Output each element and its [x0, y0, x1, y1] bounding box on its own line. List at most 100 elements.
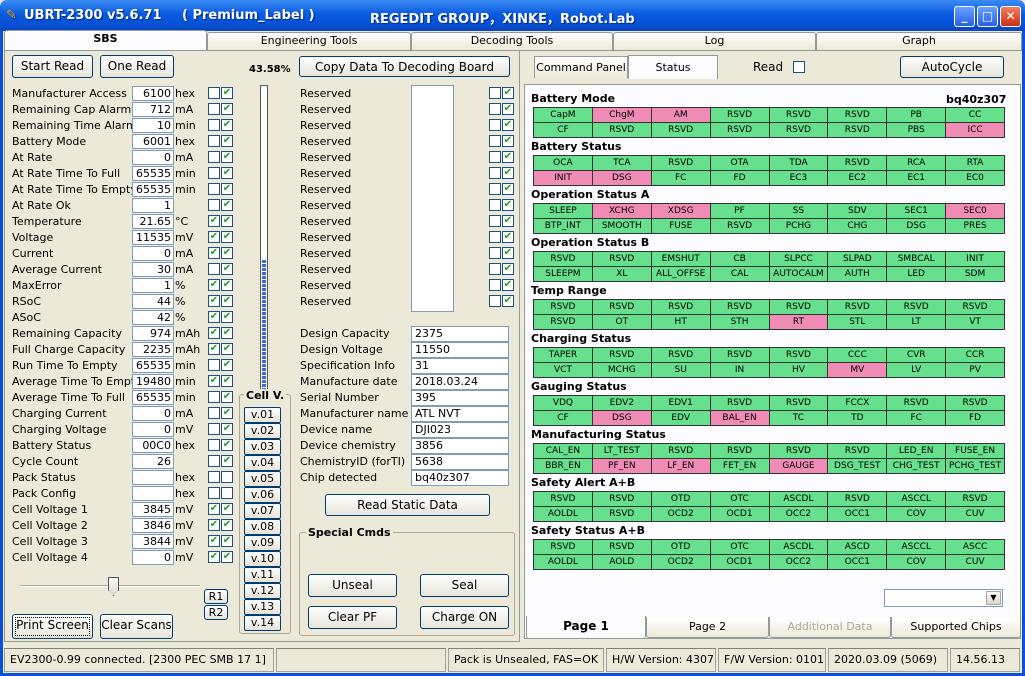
tab-sbs[interactable]: SBS	[4, 30, 207, 50]
sbs-row-checkbox-1[interactable]: ✔	[208, 519, 220, 531]
sbs-row-checkbox-2[interactable]: ✔	[221, 199, 233, 211]
sbs-row-checkbox-2[interactable]: ✔	[221, 439, 233, 451]
sbs-row-checkbox-1[interactable]: ✔	[208, 247, 220, 259]
sbs-row-checkbox-2[interactable]: ✔	[221, 503, 233, 515]
cell-voltage-button-9[interactable]: v.09	[244, 535, 281, 551]
sbs-row-checkbox-2[interactable]: ✔	[221, 311, 233, 323]
sbs-row-checkbox-2[interactable]: ✔	[221, 135, 233, 147]
sbs-row-checkbox-2[interactable]: ✔	[221, 343, 233, 355]
sbs-row-checkbox-2[interactable]: ✔	[221, 119, 233, 131]
sbs-row-checkbox-1[interactable]: ✔	[208, 375, 220, 387]
sbs-row-checkbox-1[interactable]	[208, 407, 220, 419]
chip-select[interactable]: ▼	[884, 589, 1003, 607]
sbs-row-checkbox-2[interactable]: ✔	[221, 327, 233, 339]
reserved-checkbox-1[interactable]	[489, 199, 501, 211]
cell-voltage-button-5[interactable]: v.05	[244, 471, 281, 487]
read-checkbox[interactable]	[793, 61, 805, 73]
tab-log[interactable]: Log	[613, 32, 816, 50]
sbs-row-checkbox-2[interactable]: ✔	[221, 183, 233, 195]
copy-to-decoding-button[interactable]: Copy Data To Decoding Board	[299, 56, 510, 77]
tab-decoding-tools[interactable]: Decoding Tools	[411, 32, 613, 50]
sbs-row-checkbox-1[interactable]	[208, 151, 220, 163]
sbs-row-checkbox-2[interactable]: ✔	[221, 215, 233, 227]
sbs-row-checkbox-1[interactable]	[208, 119, 220, 131]
start-read-button[interactable]: Start Read	[12, 55, 93, 78]
cell-voltage-button-13[interactable]: v.13	[244, 599, 281, 615]
reserved-checkbox-2[interactable]: ✔	[502, 87, 514, 99]
page-tab-4[interactable]: Supported Chips	[891, 617, 1021, 638]
cell-voltage-button-6[interactable]: v.06	[244, 487, 281, 503]
unseal-button[interactable]: Unseal	[308, 574, 397, 597]
sbs-row-checkbox-1[interactable]: ✔	[208, 535, 220, 547]
tab-status-registers[interactable]: Status Registers	[628, 55, 718, 98]
one-read-button[interactable]: One Read	[100, 55, 174, 78]
minimize-button[interactable]: _	[954, 6, 975, 27]
page-tab-1[interactable]: Page 1	[526, 616, 646, 639]
cell-voltage-button-12[interactable]: v.12	[244, 583, 281, 599]
sbs-row-checkbox-1[interactable]	[208, 471, 220, 483]
sbs-row-checkbox-2[interactable]: ✔	[221, 87, 233, 99]
cell-voltage-button-4[interactable]: v.04	[244, 455, 281, 471]
cell-voltage-button-7[interactable]: v.07	[244, 503, 281, 519]
sbs-row-checkbox-1[interactable]	[208, 167, 220, 179]
reserved-checkbox-2[interactable]: ✔	[502, 263, 514, 275]
cell-voltage-button-2[interactable]: v.02	[244, 423, 281, 439]
r1-button[interactable]: R1	[204, 589, 228, 604]
sbs-row-checkbox-1[interactable]	[208, 487, 220, 499]
tab-graph[interactable]: Graph	[816, 32, 1022, 50]
sbs-row-checkbox-1[interactable]: ✔	[208, 343, 220, 355]
sbs-row-checkbox-2[interactable]: ✔	[221, 391, 233, 403]
sbs-row-checkbox-1[interactable]: ✔	[208, 279, 220, 291]
cell-voltage-button-3[interactable]: v.03	[244, 439, 281, 455]
cell-voltage-button-14[interactable]: v.14	[244, 615, 281, 631]
sbs-row-checkbox-2[interactable]: ✔	[221, 231, 233, 243]
sbs-row-checkbox-2[interactable]: ✔	[221, 167, 233, 179]
sbs-row-checkbox-2[interactable]: ✔	[221, 423, 233, 435]
sbs-row-checkbox-1[interactable]	[208, 439, 220, 451]
reserved-checkbox-1[interactable]	[489, 119, 501, 131]
reserved-checkbox-2[interactable]: ✔	[502, 103, 514, 115]
sbs-row-checkbox-1[interactable]	[208, 103, 220, 115]
sbs-row-checkbox-1[interactable]: ✔	[208, 551, 220, 563]
sbs-row-checkbox-2[interactable]	[221, 487, 233, 499]
reserved-checkbox-2[interactable]: ✔	[502, 151, 514, 163]
sbs-row-checkbox-1[interactable]: ✔	[208, 311, 220, 323]
sbs-row-checkbox-1[interactable]: ✔	[208, 215, 220, 227]
reserved-checkbox-1[interactable]	[489, 167, 501, 179]
charge-on-button[interactable]: Charge ON	[420, 606, 509, 629]
reserved-checkbox-2[interactable]: ✔	[502, 295, 514, 307]
sbs-row-checkbox-2[interactable]: ✔	[221, 295, 233, 307]
reserved-checkbox-1[interactable]	[489, 295, 501, 307]
reserved-checkbox-1[interactable]	[489, 135, 501, 147]
reserved-checkbox-2[interactable]: ✔	[502, 279, 514, 291]
sbs-row-checkbox-2[interactable]: ✔	[221, 455, 233, 467]
print-screen-button[interactable]: Print Screen	[12, 614, 93, 639]
clear-scans-button[interactable]: Clear Scans	[100, 614, 173, 639]
sbs-row-checkbox-2[interactable]: ✔	[221, 407, 233, 419]
chevron-down-icon[interactable]: ▼	[986, 591, 1001, 605]
sbs-row-checkbox-1[interactable]: ✔	[208, 503, 220, 515]
cell-voltage-button-8[interactable]: v.08	[244, 519, 281, 535]
sbs-row-checkbox-1[interactable]: ✔	[208, 231, 220, 243]
seal-button[interactable]: Seal	[420, 574, 509, 597]
reserved-checkbox-1[interactable]	[489, 103, 501, 115]
clear-pf-button[interactable]: Clear PF	[308, 606, 397, 629]
sbs-row-checkbox-2[interactable]: ✔	[221, 103, 233, 115]
sbs-row-checkbox-2[interactable]: ✔	[221, 375, 233, 387]
sbs-row-checkbox-1[interactable]	[208, 87, 220, 99]
reserved-checkbox-1[interactable]	[489, 247, 501, 259]
reserved-checkbox-2[interactable]: ✔	[502, 199, 514, 211]
reserved-checkbox-1[interactable]	[489, 279, 501, 291]
cell-voltage-button-1[interactable]: v.01	[244, 407, 281, 423]
sbs-row-checkbox-2[interactable]: ✔	[221, 263, 233, 275]
sbs-row-checkbox-2[interactable]	[221, 471, 233, 483]
page-tab-3[interactable]: Additional Data	[769, 617, 891, 638]
sbs-row-checkbox-1[interactable]	[208, 391, 220, 403]
maximize-button[interactable]: □	[977, 6, 998, 27]
sbs-row-checkbox-1[interactable]: ✔	[208, 327, 220, 339]
autocycle-button[interactable]: AutoCycle	[900, 56, 1004, 78]
sbs-row-checkbox-2[interactable]: ✔	[221, 151, 233, 163]
sbs-row-checkbox-2[interactable]: ✔	[221, 247, 233, 259]
page-tab-2[interactable]: Page 2	[646, 617, 769, 638]
sbs-row-checkbox-1[interactable]	[208, 199, 220, 211]
